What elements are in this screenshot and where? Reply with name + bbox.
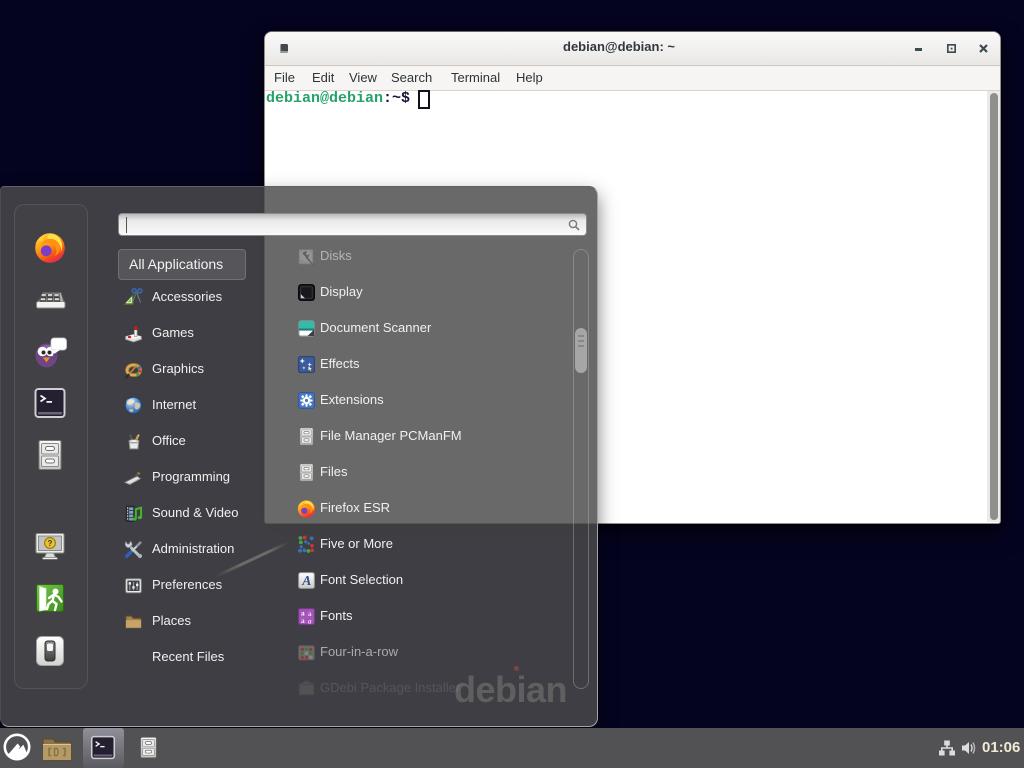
svg-text:?: ? bbox=[48, 539, 53, 548]
svg-text:a: a bbox=[301, 616, 305, 625]
svg-text:a: a bbox=[308, 616, 312, 625]
svg-text:A: A bbox=[301, 573, 311, 588]
